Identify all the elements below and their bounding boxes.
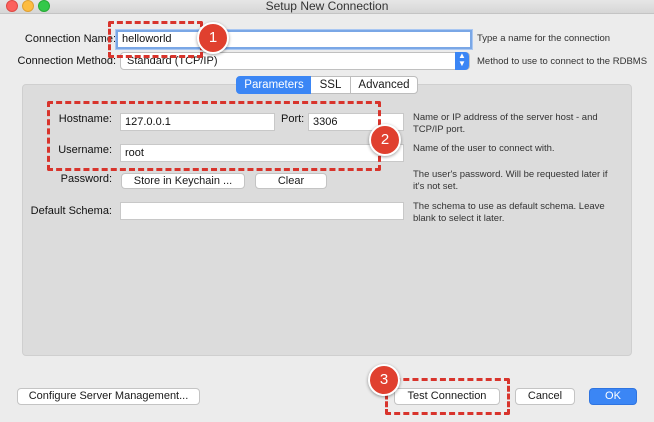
updown-chevron-icon: ▲ ▼ bbox=[455, 52, 469, 70]
password-label: Password: bbox=[60, 173, 112, 185]
tab-ssl[interactable]: SSL bbox=[311, 76, 351, 94]
tab-parameters[interactable]: Parameters bbox=[236, 76, 312, 94]
callout-badge-2: 2 bbox=[369, 124, 401, 156]
password-hint: The user's password. Will be requested l… bbox=[413, 169, 608, 192]
connection-method-label: Connection Method: bbox=[17, 55, 116, 67]
callout-badge-1: 1 bbox=[197, 22, 229, 54]
connection-name-label: Connection Name: bbox=[24, 33, 116, 45]
clear-password-button[interactable]: Clear bbox=[255, 173, 327, 189]
callout-badge-3: 3 bbox=[368, 364, 400, 396]
store-in-keychain-button[interactable]: Store in Keychain ... bbox=[121, 173, 245, 189]
ok-button[interactable]: OK bbox=[589, 388, 637, 405]
window-title: Setup New Connection bbox=[265, 0, 389, 13]
tab-advanced[interactable]: Advanced bbox=[350, 76, 418, 94]
connection-method-hint: Method to use to connect to the RDBMS bbox=[477, 56, 648, 67]
highlight-connection-name bbox=[108, 21, 203, 58]
configure-server-management-button[interactable]: Configure Server Management... bbox=[17, 388, 200, 405]
highlight-test-connection bbox=[385, 378, 510, 415]
default-schema-label: Default Schema: bbox=[30, 205, 112, 217]
username-hint: Name of the user to connect with. bbox=[413, 143, 555, 154]
highlight-credentials bbox=[47, 101, 381, 171]
hostname-hint: Name or IP address of the server host - … bbox=[413, 112, 598, 135]
connection-name-hint: Type a name for the connection bbox=[477, 33, 611, 44]
default-schema-input[interactable] bbox=[120, 202, 404, 220]
cancel-button[interactable]: Cancel bbox=[515, 388, 575, 405]
default-schema-hint: The schema to use as default schema. Lea… bbox=[413, 201, 605, 224]
